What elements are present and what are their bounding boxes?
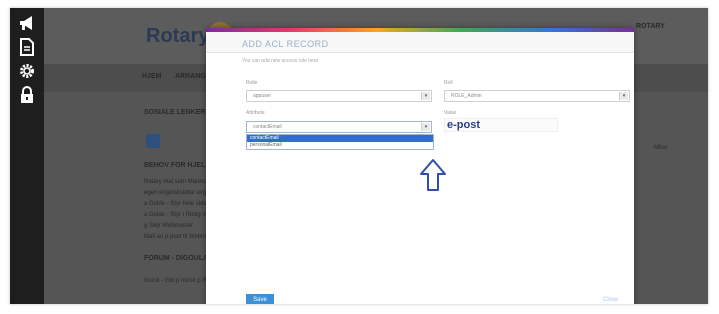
facebook-icon[interactable] <box>146 134 160 148</box>
modal-title: ADD ACL RECORD <box>242 39 329 49</box>
attribute-dropdown-list: contactEmail personalEmail <box>246 134 434 150</box>
right-label: Roll <box>444 80 453 86</box>
attribute-select[interactable]: contactEmail ▾ <box>246 121 432 133</box>
sidebar-line[interactable]: g Sikjr Webmaster <box>144 223 193 229</box>
up-arrow-icon <box>420 159 446 191</box>
sidebar-heading-help: BEHOV FOR HJELP? <box>144 162 215 169</box>
header-right-label: ROTARY <box>636 23 665 30</box>
dropdown-option[interactable]: personalEmail <box>247 142 433 149</box>
role-select-value: appuser <box>253 93 272 99</box>
save-button[interactable]: Save <box>246 294 274 304</box>
megaphone-icon[interactable] <box>18 14 36 32</box>
attribute-select-value: contactEmail <box>253 124 282 130</box>
attribute-label: Attribute <box>246 110 265 116</box>
sidebar-line[interactable]: a Guide - Styr hele sidene <box>144 201 213 207</box>
value-label: Value <box>444 110 457 116</box>
value-input-text: e-post <box>447 119 480 131</box>
lock-icon[interactable] <box>18 86 36 104</box>
document-icon[interactable] <box>18 38 36 56</box>
sidebar-line[interactable]: a Guide - Styr i Riktig Vei <box>144 212 211 218</box>
role-label: Rolle <box>246 80 258 86</box>
add-acl-record-dialog: ADD ACL RECORD You can add new access ru… <box>206 28 634 304</box>
dropdown-option[interactable]: contactEmail <box>247 135 433 142</box>
chevron-down-icon[interactable]: ▾ <box>421 92 430 100</box>
modal-header: ADD ACL RECORD <box>206 32 634 53</box>
close-link[interactable]: Close <box>603 297 618 303</box>
right-select[interactable]: ROLE_Admin ▾ <box>444 90 630 102</box>
screenshot-frame: Rotary ROTARY HJEM ARRANGEMENTER SOSIALE… <box>10 8 708 304</box>
sidebar-heading-social: SOSIALE LENKER <box>144 109 206 116</box>
admin-rail <box>10 8 44 304</box>
right-select-value: ROLE_Admin <box>451 93 482 99</box>
modal-description: You can add new access rule here <box>242 58 319 64</box>
chevron-down-icon[interactable]: ▾ <box>619 92 628 100</box>
site-logo-text[interactable]: Rotary <box>146 25 209 48</box>
right-column-text: Mher <box>654 145 668 151</box>
nav-item-home[interactable]: HJEM <box>142 73 161 80</box>
chevron-down-icon[interactable]: ▾ <box>421 123 430 131</box>
sidebar-line: Rotary mal som Manitorta <box>144 179 213 185</box>
role-select[interactable]: appuser ▾ <box>246 90 432 102</box>
gear-icon[interactable] <box>18 62 36 80</box>
sidebar-line: Norsk - Gitt p norsk p Roe <box>144 278 214 284</box>
